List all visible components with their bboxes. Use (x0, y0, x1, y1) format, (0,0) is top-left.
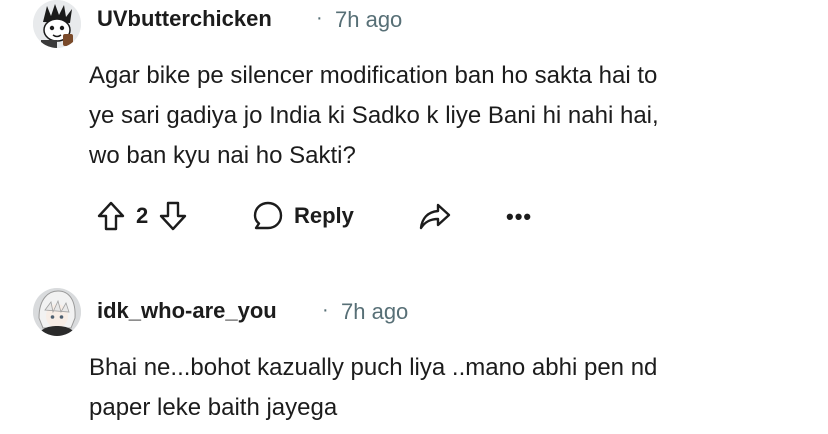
comment-body-line: Bhai ne...bohot kazually puch liya ..man… (89, 354, 658, 381)
comment-body: Agar bike pe silencer modification ban h… (89, 56, 659, 176)
cartoon-avatar-icon (33, 0, 81, 48)
more-options-icon: ••• (506, 204, 533, 229)
comment-body: Bhai ne...bohot kazually puch liya ..man… (89, 348, 657, 428)
vote-group: 2 (96, 198, 188, 234)
comment-body-line: wo ban kyu nai ho Sakti? (89, 142, 356, 169)
reply-label: Reply (294, 203, 354, 228)
upvote-button[interactable] (96, 200, 126, 232)
more-options-button[interactable]: ••• (506, 202, 532, 232)
timestamp[interactable]: 7h ago (335, 7, 402, 33)
share-button[interactable] (418, 200, 452, 232)
comment-1: UVbutterchicken · 7h ago Agar bike pe si… (0, 0, 828, 260)
user-avatar[interactable] (33, 288, 81, 336)
share-icon (419, 203, 451, 230)
upvote-icon (97, 201, 125, 231)
comment-2: idk_who-are_you · 7h ago Bhai ne...bohot… (0, 286, 828, 434)
timestamp[interactable]: 7h ago (341, 299, 408, 325)
user-avatar[interactable] (33, 0, 81, 48)
downvote-icon (160, 201, 187, 231)
username[interactable]: UVbutterchicken (97, 6, 272, 32)
username[interactable]: idk_who-are_you (97, 298, 277, 324)
comment-body-line: paper leke baith jayega (89, 394, 338, 421)
comment-bubble-icon (253, 201, 283, 230)
anime-avatar-icon (33, 288, 81, 336)
separator-dot: · (316, 7, 323, 29)
comment-body-line: ye sari gadiya jo India ki Sadko k liye … (89, 102, 659, 129)
downvote-button[interactable] (158, 200, 188, 232)
vote-count: 2 (136, 203, 149, 228)
reply-button[interactable]: Reply (252, 198, 354, 234)
separator-dot: · (322, 299, 329, 321)
comment-body-line: Agar bike pe silencer modification ban h… (89, 62, 658, 89)
